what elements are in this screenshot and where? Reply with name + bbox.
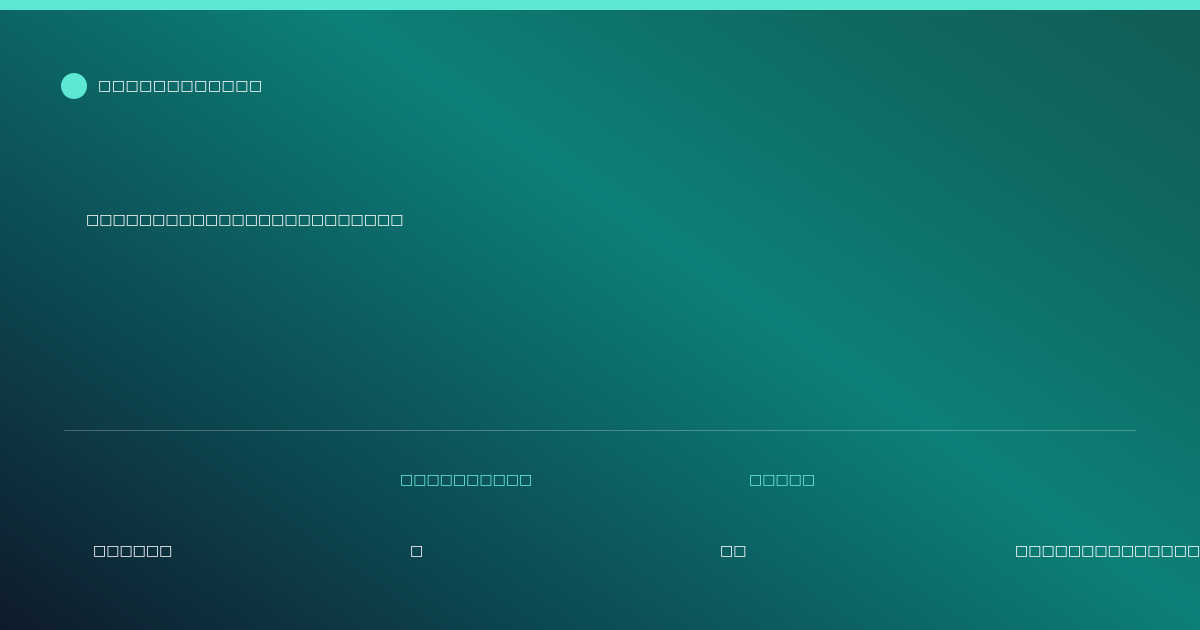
footer-item-3: □□ (720, 543, 747, 559)
footer-item-2: □ (410, 543, 424, 559)
brand-name: □□□□□□□□□□□□ (98, 78, 263, 94)
top-accent-bar (0, 0, 1200, 10)
stat-label-1: □□□□□□□□□□ (400, 472, 533, 488)
stat-label-2: □□□□□ (749, 472, 816, 488)
divider (64, 430, 1136, 431)
brand-logo-icon (61, 73, 87, 99)
footer-item-4: □□□□□□□□□□□□□□□□ (1015, 543, 1200, 559)
headline: □□□□□□□□□□□□□□□□□□□□□□□□ (86, 212, 404, 228)
brand: □□□□□□□□□□□□ (61, 73, 263, 99)
footer-item-1: □□□□□□ (93, 543, 173, 559)
